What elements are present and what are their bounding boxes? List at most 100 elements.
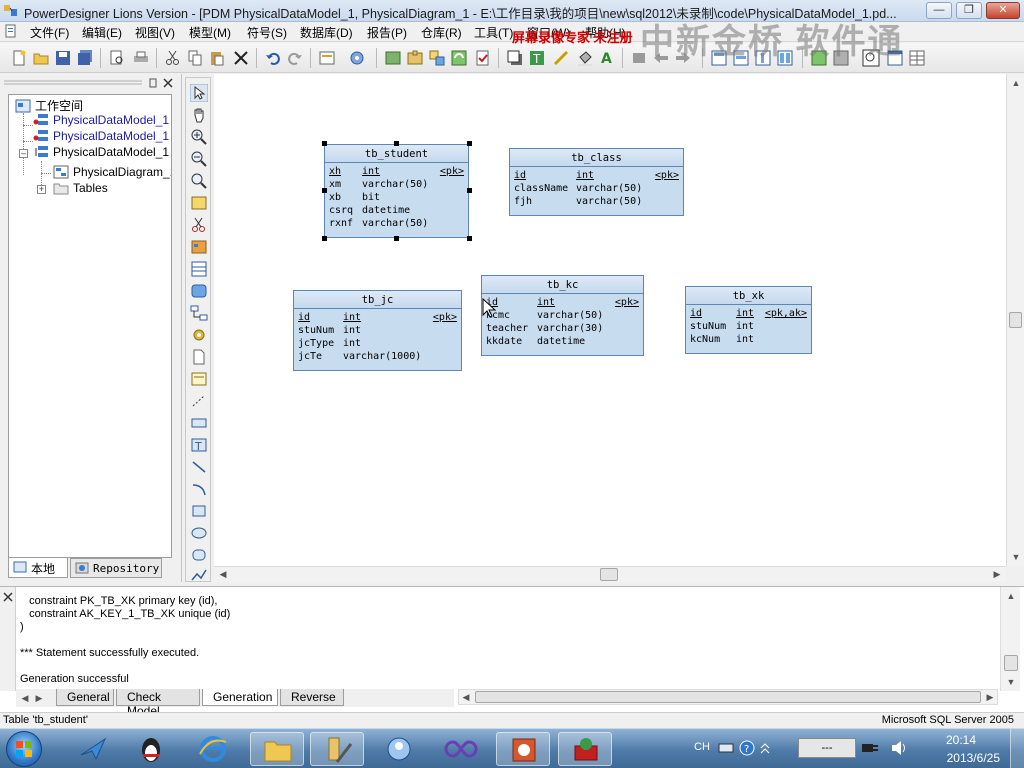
tab-check-model[interactable]: Check Model bbox=[116, 689, 200, 718]
selection-handle[interactable] bbox=[394, 236, 399, 241]
column-row[interactable]: className varchar(50) bbox=[514, 182, 679, 195]
column-row[interactable]: teacher varchar(30) bbox=[486, 322, 639, 335]
print-preview-icon[interactable] bbox=[108, 49, 126, 67]
line-color-icon[interactable] bbox=[552, 49, 570, 67]
column-row[interactable]: xm varchar(50) bbox=[329, 178, 464, 191]
paste-icon[interactable] bbox=[208, 49, 226, 67]
column-row[interactable]: fjh varchar(50) bbox=[514, 195, 679, 208]
redo-icon[interactable] bbox=[286, 49, 304, 67]
tray-expand-icon[interactable] bbox=[760, 739, 770, 757]
gear-icon[interactable] bbox=[190, 326, 208, 344]
column-row[interactable]: kcNum int bbox=[690, 333, 807, 346]
restore-button[interactable]: ❐ bbox=[956, 2, 982, 19]
language-indicator[interactable]: CH bbox=[694, 741, 710, 753]
taskbar-visual-studio[interactable] bbox=[434, 732, 488, 766]
power-plug-icon[interactable] bbox=[860, 740, 880, 756]
tree-diagram[interactable]: PhysicalDiagram_1 bbox=[53, 165, 171, 181]
tab-reverse[interactable]: Reverse bbox=[280, 689, 344, 706]
taskbar-explorer[interactable] bbox=[250, 732, 304, 766]
properties-palette-icon[interactable] bbox=[190, 194, 208, 212]
scroll-up-icon[interactable]: ▲ bbox=[1009, 76, 1023, 90]
browse-icon[interactable] bbox=[348, 49, 366, 67]
model-icon[interactable] bbox=[384, 49, 402, 67]
open-package-icon[interactable] bbox=[190, 172, 208, 190]
taskbar-bird-app[interactable] bbox=[66, 732, 120, 766]
table-tool-icon[interactable] bbox=[190, 238, 208, 256]
fill-color-icon[interactable] bbox=[576, 49, 594, 67]
start-button[interactable] bbox=[6, 731, 42, 767]
entity-tb-kc[interactable]: tb_kc id int <pk> kcmc varchar(50) teacher v… bbox=[481, 275, 644, 356]
menu-report[interactable]: 报告(P) bbox=[367, 24, 407, 41]
taskbar-internet-explorer[interactable] bbox=[186, 732, 240, 766]
scroll-left-icon[interactable]: ◀ bbox=[216, 567, 230, 581]
tree-expand-toggle[interactable]: + bbox=[37, 185, 46, 194]
tab-repository[interactable]: Repository bbox=[70, 558, 162, 578]
scroll-up-icon[interactable]: ▲ bbox=[1004, 589, 1018, 603]
pointer-icon[interactable] bbox=[190, 84, 208, 102]
entity-tb-xk[interactable]: tb_xk id int <pk,ak> stuNum int kcNum int bbox=[685, 286, 812, 354]
shadow-box-icon[interactable] bbox=[506, 49, 524, 67]
scroll-down-icon[interactable]: ▼ bbox=[1009, 550, 1023, 564]
delete-icon[interactable] bbox=[232, 49, 250, 67]
tab-local[interactable]: 本地 bbox=[8, 558, 68, 578]
tree-workspace-root[interactable]: 工作空间 bbox=[15, 97, 83, 113]
column-row[interactable]: rxnf varchar(50) bbox=[329, 217, 464, 230]
check-model-icon[interactable] bbox=[474, 49, 492, 67]
column-row[interactable]: id int <pk> bbox=[298, 311, 457, 324]
workspace-tree[interactable]: 工作空间 PhysicalDataModel_1 PhysicalDataMod… bbox=[8, 94, 172, 558]
package-icon[interactable] bbox=[406, 49, 424, 67]
clock-date[interactable]: 2013/6/25 bbox=[947, 751, 1000, 765]
text-icon[interactable]: T bbox=[528, 49, 546, 67]
line-tool-icon[interactable] bbox=[190, 458, 208, 476]
copy-icon[interactable] bbox=[186, 49, 204, 67]
link-tool-icon[interactable] bbox=[190, 392, 208, 410]
reference-tool-icon[interactable] bbox=[190, 304, 208, 322]
column-row[interactable]: id int <pk> bbox=[486, 296, 639, 309]
column-row[interactable]: id int <pk,ak> bbox=[690, 307, 807, 320]
taskbar-powerdesigner[interactable] bbox=[310, 732, 364, 766]
volume-icon[interactable] bbox=[890, 740, 908, 756]
column-row[interactable]: stuNum int bbox=[298, 324, 457, 337]
rounded-rect-tool-icon[interactable] bbox=[190, 546, 208, 564]
entity-tb-class[interactable]: tb_class id int <pk> className varchar(50) … bbox=[509, 148, 684, 216]
keyboard-icon[interactable] bbox=[718, 741, 734, 755]
help-icon[interactable]: ? bbox=[738, 739, 756, 757]
open-folder-icon[interactable] bbox=[32, 49, 50, 67]
procedure-tool-icon[interactable] bbox=[190, 282, 208, 300]
column-row[interactable]: xb bit bbox=[329, 191, 464, 204]
clock-time[interactable]: 20:14 bbox=[946, 733, 976, 747]
column-row[interactable]: id int <pk> bbox=[514, 169, 679, 182]
refresh-icon[interactable] bbox=[450, 49, 468, 67]
output-log[interactable]: constraint PK_TB_XK primary key (id), co… bbox=[20, 595, 996, 689]
column-row[interactable]: csrq datetime bbox=[329, 204, 464, 217]
menu-database[interactable]: 数据库(D) bbox=[300, 24, 353, 41]
column-row[interactable]: kcmc varchar(50) bbox=[486, 309, 639, 322]
column-row[interactable]: xh int <pk> bbox=[329, 165, 464, 178]
column-row[interactable]: jcType int bbox=[298, 337, 457, 350]
undo-icon[interactable] bbox=[264, 49, 282, 67]
selection-handle[interactable] bbox=[322, 141, 327, 146]
canvas-vertical-scrollbar[interactable]: ▲ ▼ bbox=[1006, 74, 1024, 566]
new-icon[interactable] bbox=[10, 49, 28, 67]
selection-handle[interactable] bbox=[467, 141, 472, 146]
taskbar-powerpoint[interactable] bbox=[496, 732, 550, 766]
column-row[interactable]: kkdate datetime bbox=[486, 335, 639, 348]
diagram-canvas[interactable]: tb_student xh int <pk> xm varchar(50) xb bit… bbox=[214, 74, 1006, 566]
tab-scroll-left-icon[interactable]: ◀ bbox=[18, 691, 32, 705]
selection-handle[interactable] bbox=[467, 188, 472, 193]
show-desktop-button[interactable] bbox=[1010, 729, 1024, 768]
tab-general[interactable]: General bbox=[56, 689, 114, 706]
view-tool-icon[interactable] bbox=[190, 260, 208, 278]
rectangle-tool-icon[interactable] bbox=[190, 502, 208, 520]
menu-file[interactable]: 文件(F) bbox=[30, 24, 69, 41]
grid-icon[interactable] bbox=[908, 49, 926, 67]
canvas-horizontal-scrollbar[interactable]: ◀ ▶ bbox=[214, 566, 1006, 582]
tray-status-box[interactable]: --- bbox=[798, 738, 856, 758]
note-tool-icon[interactable] bbox=[190, 370, 208, 388]
minimize-button[interactable]: — bbox=[926, 2, 952, 19]
tree-model-3[interactable]: PhysicalDataModel_1 * bbox=[33, 145, 171, 161]
menu-model[interactable]: 模型(M) bbox=[189, 24, 231, 41]
horizontal-scroll-thumb[interactable] bbox=[600, 568, 618, 581]
taskbar-qq[interactable] bbox=[124, 732, 178, 766]
taskbar-screen-recorder[interactable] bbox=[558, 732, 612, 766]
